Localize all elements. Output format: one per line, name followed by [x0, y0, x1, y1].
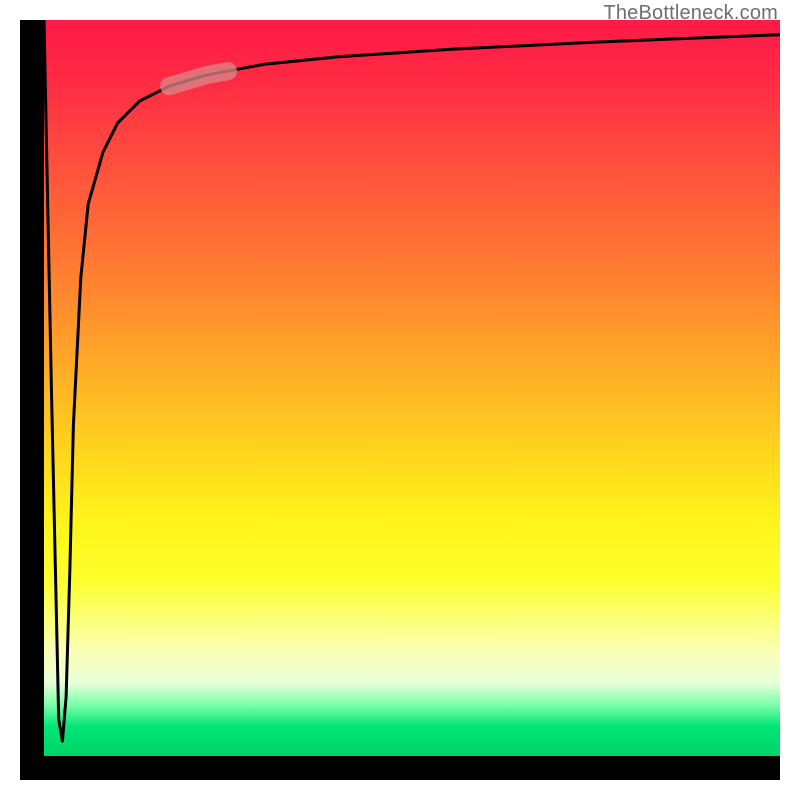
plot-area	[44, 20, 780, 756]
curve-path	[44, 20, 780, 741]
highlight-segment	[169, 71, 228, 86]
plot-border	[20, 20, 780, 780]
chart-frame: TheBottleneck.com	[0, 0, 800, 800]
curve-layer	[44, 20, 780, 756]
